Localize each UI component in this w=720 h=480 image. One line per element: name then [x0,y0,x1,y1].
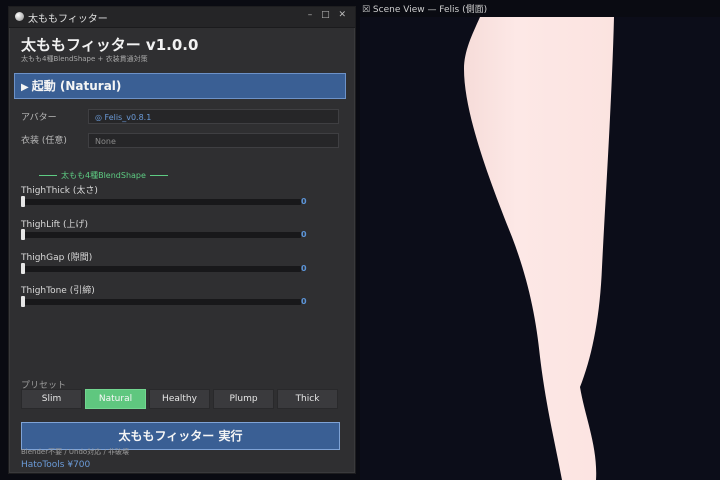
play-icon: ▶ [21,82,29,93]
title-bar: 太ももフィッター – □ ✕ [9,7,355,28]
execute-button[interactable]: 太ももフィッター 実行 [21,422,340,450]
slider-label-thighgap: ThighGap (隙間) [21,253,93,263]
app-subtitle: 太もも4種BlendShape + 衣装貫通対策 [21,55,148,63]
avatar-field[interactable]: ◎ Felis_v0.8.1 [88,109,339,124]
slider-label-thighlift: ThighLift (上げ) [21,220,89,230]
divider [149,175,168,176]
window-controls[interactable]: – □ ✕ [308,10,349,20]
slider-label-thightone: ThighTone (引締) [21,286,95,296]
preset-healthy-button[interactable]: Healthy [149,389,210,409]
footer-note: Blender不要 / Undo対応 / 非破壊 [21,448,130,456]
preset-natural-button[interactable]: Natural [85,389,146,409]
leg-model [464,17,614,480]
slider-thighgap[interactable] [21,263,301,274]
unity-icon [15,12,24,21]
slider-value-thighthick: 0 [301,197,307,206]
app-title: 太ももフィッター v1.0.0 [21,36,199,54]
window-title: 太ももフィッター [28,14,108,25]
divider [39,175,57,176]
slider-label-thighthick: ThighThick (太さ) [21,186,98,196]
brand-link[interactable]: HatoTools ¥700 [21,460,90,470]
preset-slim-button[interactable]: Slim [21,389,82,409]
run-natural-button[interactable]: ▶ 起動 (Natural) [14,73,346,99]
blendshape-section-header: 太もも4種BlendShape [35,170,185,181]
slider-thighlift[interactable] [21,229,301,240]
scene-view-header: ☒ Scene View — Felis (側面) [362,5,488,15]
slider-handle[interactable] [21,229,25,240]
section-title: 太もも4種BlendShape [61,171,146,180]
preset-plump-button[interactable]: Plump [213,389,274,409]
scene-viewport[interactable] [360,17,720,480]
outfit-label: 衣装 (任意) [21,136,67,146]
editor-window: 太ももフィッター – □ ✕ 太ももフィッター v1.0.0 太もも4種Blen… [8,6,356,474]
slider-thightone[interactable] [21,296,301,307]
avatar-label: アバター [21,113,57,123]
slider-thighthick[interactable] [21,196,301,207]
preset-thick-button[interactable]: Thick [277,389,338,409]
slider-value-thightone: 0 [301,297,307,306]
run-natural-label: 起動 (Natural) [31,79,122,93]
slider-handle[interactable] [21,263,25,274]
slider-value-thighgap: 0 [301,264,307,273]
outfit-field[interactable]: None [88,133,339,148]
slider-handle[interactable] [21,296,25,307]
slider-handle[interactable] [21,196,25,207]
slider-value-thighlift: 0 [301,230,307,239]
